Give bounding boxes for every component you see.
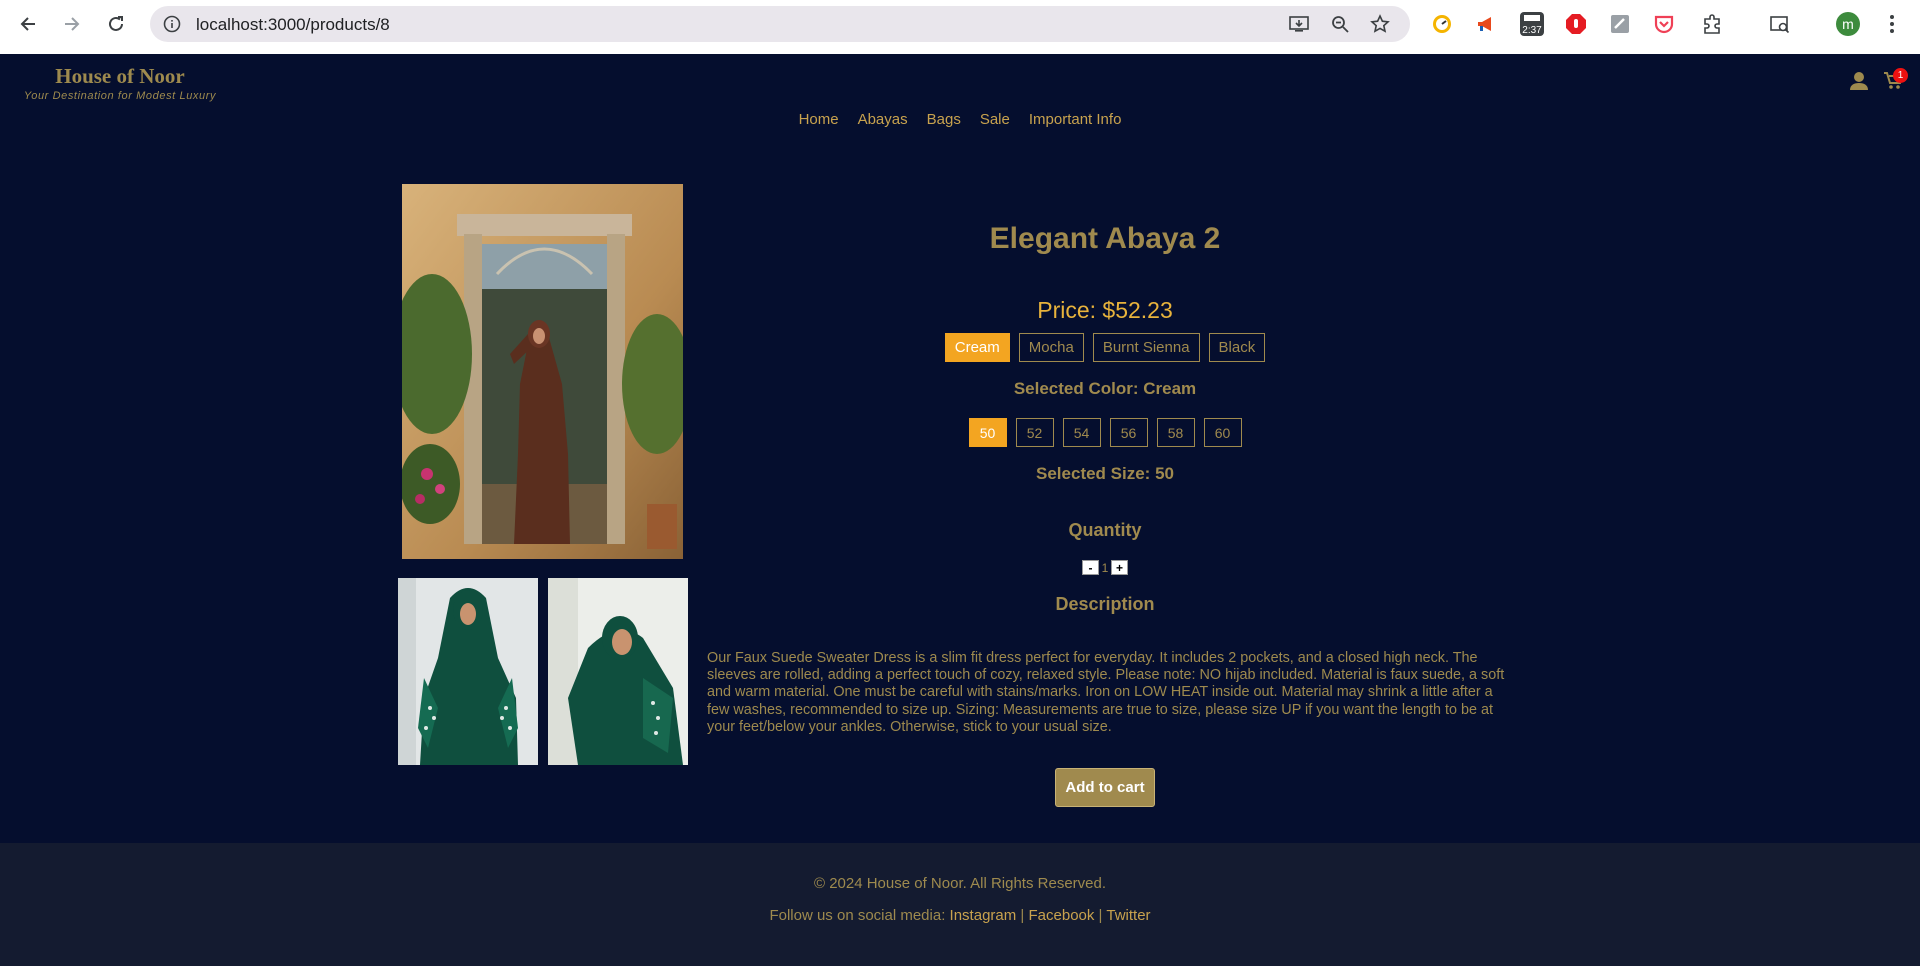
size-option-50[interactable]: 50 (968, 418, 1007, 447)
social-prefix: Follow us on social media: (769, 907, 946, 924)
size-option-56[interactable]: 56 (1109, 418, 1148, 447)
product-thumbnail-1[interactable] (398, 578, 538, 765)
facebook-link[interactable]: Facebook (1029, 907, 1095, 924)
brand-name: House of Noor (55, 64, 185, 88)
social-links: Follow us on social media: Instagram | F… (0, 907, 1920, 924)
quantity-value: 1 (1101, 560, 1109, 575)
selected-size-text: Selected Size: 50 (1036, 464, 1174, 483)
tab-search-icon[interactable] (1768, 12, 1792, 36)
cart-count-badge: 1 (1893, 68, 1908, 83)
product-thumbnail-2[interactable] (548, 578, 688, 765)
twitter-link[interactable]: Twitter (1106, 907, 1150, 924)
quantity-stepper: - 1 + (1082, 560, 1128, 575)
size-option-54[interactable]: 54 (1062, 418, 1101, 447)
nav-sale[interactable]: Sale (980, 111, 1010, 128)
size-options: 50 52 54 56 58 60 (705, 418, 1505, 447)
color-option-black[interactable]: Black (1208, 333, 1266, 362)
social-separator: | (1098, 907, 1103, 924)
timer-badge-text: 2:37 (1522, 25, 1542, 36)
quantity-increase-button[interactable]: + (1111, 560, 1128, 575)
add-to-cart-button[interactable]: Add to cart (1055, 768, 1155, 807)
product-title: Elegant Abaya 2 (989, 222, 1221, 255)
back-icon[interactable] (14, 10, 42, 38)
brand-tagline: Your Destination for Modest Luxury (23, 90, 217, 102)
extensions-puzzle-icon[interactable] (1700, 12, 1724, 36)
reload-icon[interactable] (102, 10, 130, 38)
brand-logo[interactable]: House of Noor Your Destination for Modes… (20, 64, 220, 102)
nav-home[interactable]: Home (799, 111, 839, 128)
pocket-extension-icon[interactable] (1652, 12, 1676, 36)
selected-color-text: Selected Color: Cream (1013, 379, 1197, 398)
instagram-link[interactable]: Instagram (950, 907, 1017, 924)
main-nav: Home Abayas Bags Sale Important Info (0, 111, 1920, 128)
product-description: Our Faux Suede Sweater Dress is a slim f… (707, 650, 1505, 735)
size-option-58[interactable]: 58 (1156, 418, 1195, 447)
product-main-image[interactable] (402, 184, 683, 559)
forward-icon[interactable] (58, 10, 86, 38)
url-text[interactable]: localhost:3000/products/8 (196, 15, 390, 35)
zoom-icon[interactable] (1330, 14, 1350, 34)
browser-toolbar: localhost:3000/products/8 2:37 m (0, 0, 1920, 54)
social-separator: | (1020, 907, 1025, 924)
quantity-decrease-button[interactable]: - (1082, 560, 1099, 575)
nav-bags[interactable]: Bags (927, 111, 961, 128)
site-footer: © 2024 House of Noor. All Rights Reserve… (0, 843, 1920, 966)
color-option-burnt-sienna[interactable]: Burnt Sienna (1092, 333, 1200, 362)
quantity-label: Quantity (1068, 520, 1142, 540)
store-page: House of Noor Your Destination for Modes… (0, 54, 1920, 966)
color-options: Cream Mocha Burnt Sienna Black (705, 333, 1505, 362)
copyright-text: © 2024 House of Noor. All Rights Reserve… (813, 875, 1107, 892)
account-icon[interactable] (1849, 71, 1869, 91)
color-option-mocha[interactable]: Mocha (1018, 333, 1084, 362)
size-option-60[interactable]: 60 (1203, 418, 1242, 447)
browser-menu-icon[interactable] (1880, 12, 1904, 36)
nav-abayas[interactable]: Abayas (858, 111, 908, 128)
product-price: Price: $52.23 (1037, 297, 1173, 323)
color-option-cream[interactable]: Cream (944, 333, 1010, 362)
bookmark-star-icon[interactable] (1370, 14, 1390, 34)
timer-extension-icon[interactable]: 2:37 (1518, 12, 1546, 36)
address-bar[interactable]: localhost:3000/products/8 (150, 6, 1410, 42)
nav-important-info[interactable]: Important Info (1029, 111, 1122, 128)
install-app-icon[interactable] (1289, 14, 1309, 34)
notes-extension-icon[interactable] (1608, 12, 1632, 36)
size-option-52[interactable]: 52 (1015, 418, 1054, 447)
adblock-extension-icon[interactable] (1564, 12, 1588, 36)
description-heading: Description (1055, 594, 1155, 614)
profile-avatar[interactable]: m (1836, 12, 1860, 36)
performance-extension-icon[interactable] (1430, 12, 1454, 36)
site-info-icon[interactable] (162, 14, 182, 34)
megaphone-extension-icon[interactable] (1474, 12, 1498, 36)
